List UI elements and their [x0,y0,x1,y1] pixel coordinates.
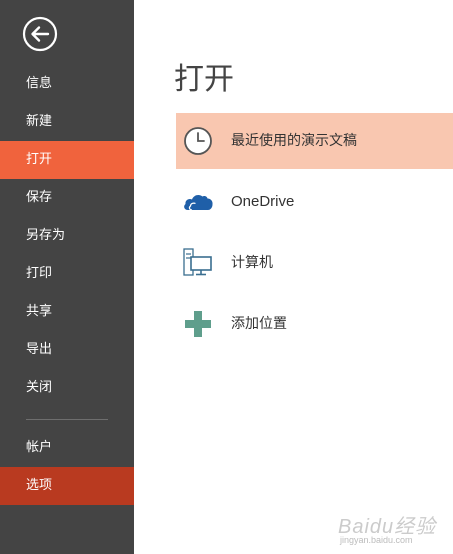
place-label: OneDrive [231,193,295,210]
nav-divider [26,419,108,420]
back-arrow-icon [22,16,58,52]
place-label: 最近使用的演示文稿 [231,133,357,149]
place-label: 添加位置 [231,316,287,332]
page-title: 打开 [174,62,234,97]
nav-open[interactable]: 打开 [0,141,134,179]
nav-account[interactable]: 帐户 [0,429,134,467]
nav-options[interactable]: 选项 [0,467,134,505]
place-add-location[interactable]: 添加位置 [176,296,453,352]
nav-save-as[interactable]: 另存为 [0,217,134,255]
clock-icon [184,127,212,155]
nav-save[interactable]: 保存 [0,179,134,217]
place-label: 计算机 [231,255,273,271]
nav-print[interactable]: 打印 [0,255,134,293]
backstage-sidebar: 信息 新建 打开 保存 另存为 打印 共享 导出 关闭 帐户 选项 [0,0,134,554]
nav-info[interactable]: 信息 [0,65,134,103]
nav-new[interactable]: 新建 [0,103,134,141]
place-computer[interactable]: 计算机 [176,235,453,291]
onedrive-cloud-icon [184,194,213,211]
nav-close[interactable]: 关闭 [0,369,134,407]
back-button[interactable] [22,16,58,52]
plus-icon [185,311,211,337]
nav-export[interactable]: 导出 [0,331,134,369]
place-recent-presentations[interactable]: 最近使用的演示文稿 [176,113,453,169]
watermark-url: jingyan.baidu.com [340,535,413,545]
baidu-watermark: Baidu经验 jingyan.baidu.com [336,508,448,548]
place-onedrive[interactable]: OneDrive [176,174,453,230]
open-pane: 打开 最近使用的演示文稿 OneDrive 计算机 添加位置 [134,0,453,554]
computer-icon [183,248,212,276]
nav-share[interactable]: 共享 [0,293,134,331]
